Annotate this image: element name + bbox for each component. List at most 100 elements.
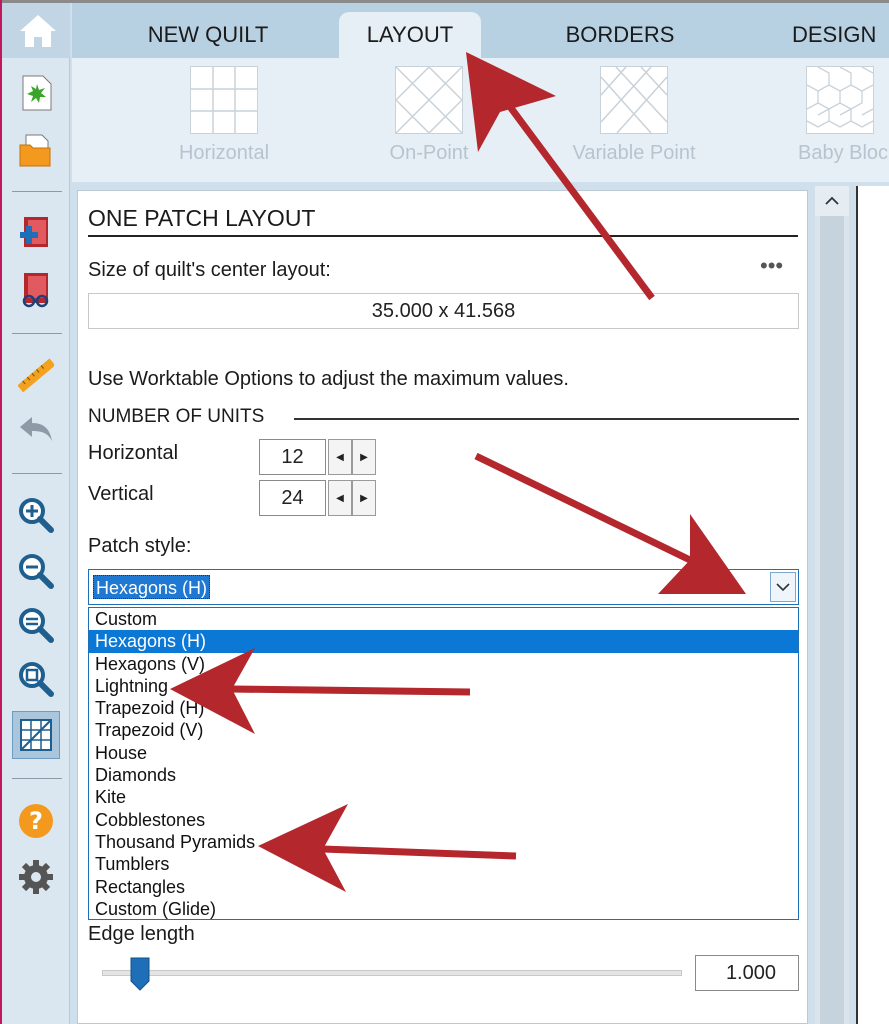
grid-toggle-icon xyxy=(20,719,52,751)
option-trapezoid-h[interactable]: Trapezoid (H) xyxy=(89,697,798,719)
new-quilt-button[interactable] xyxy=(16,73,56,113)
zoom-actual-button[interactable] xyxy=(16,659,56,699)
grid-toggle-button[interactable] xyxy=(12,711,60,759)
option-house[interactable]: House xyxy=(89,742,798,764)
scroll-up-button[interactable] xyxy=(815,186,849,216)
vertical-units-input[interactable]: 24 xyxy=(259,480,326,516)
home-icon xyxy=(20,15,56,47)
ruler-button[interactable] xyxy=(16,355,56,395)
patch-style-label: Patch style: xyxy=(88,535,192,557)
size-label: Size of quilt's center layout: xyxy=(88,259,331,281)
zoom-in-button[interactable] xyxy=(16,495,56,535)
on-point-layout-button[interactable]: On-Point xyxy=(349,66,509,176)
patch-style-dropdown[interactable]: Hexagons (H) xyxy=(88,569,799,605)
add-to-sketchbook-icon xyxy=(20,217,48,247)
ribbon-button-label: Variable Point xyxy=(572,142,696,164)
horizontal-layout-button[interactable]: Horizontal xyxy=(144,66,304,176)
horizontal-decrement-button[interactable]: ◀ xyxy=(328,439,352,475)
zoom-out-icon xyxy=(19,554,54,589)
worktable-canvas[interactable] xyxy=(856,186,889,1024)
new-quilt-icon xyxy=(22,75,52,111)
tab-new-quilt[interactable]: NEW QUILT xyxy=(118,12,298,58)
option-hexagons-h[interactable]: Hexagons (H) xyxy=(89,630,798,653)
panel-scrollbar[interactable] xyxy=(815,186,849,1024)
zoom-fit-button[interactable] xyxy=(16,605,56,645)
layout-ribbon: Horizontal On-Point Variable Point Baby xyxy=(72,58,889,182)
option-cobblestones[interactable]: Cobblestones xyxy=(89,809,798,831)
edge-length-slider-thumb[interactable] xyxy=(130,957,150,991)
arrow-right-icon: ▶ xyxy=(360,451,368,463)
vertical-increment-button[interactable]: ▶ xyxy=(352,480,376,516)
toolbar-separator xyxy=(12,333,62,334)
option-rectangles[interactable]: Rectangles xyxy=(89,876,798,898)
quilt-size-value: 35.000 x 41.568 xyxy=(88,293,799,329)
help-icon: ? xyxy=(19,804,53,838)
edge-length-slider-track[interactable] xyxy=(102,970,682,976)
svg-text:?: ? xyxy=(29,807,43,835)
ribbon-button-label: Baby Blocks xyxy=(798,142,889,164)
zoom-fit-icon xyxy=(19,608,54,643)
arrow-right-icon: ▶ xyxy=(360,492,368,504)
on-point-layout-icon xyxy=(395,66,463,134)
vertical-label: Vertical xyxy=(88,483,154,505)
view-sketchbook-button[interactable] xyxy=(16,269,56,309)
option-hexagons-v[interactable]: Hexagons (V) xyxy=(89,653,798,675)
ribbon-button-label: On-Point xyxy=(389,142,469,164)
open-folder-icon xyxy=(19,134,51,167)
arrow-left-icon: ◀ xyxy=(336,492,344,504)
tab-borders[interactable]: BORDERS xyxy=(532,12,708,58)
main-tab-bar: NEW QUILT LAYOUT BORDERS DESIGN xyxy=(72,3,889,58)
edge-length-input[interactable]: 1.000 xyxy=(695,955,799,991)
option-custom[interactable]: Custom xyxy=(89,608,798,630)
view-sketchbook-icon xyxy=(22,273,49,308)
baby-blocks-layout-icon xyxy=(806,66,874,134)
option-custom-glide[interactable]: Custom (Glide) xyxy=(89,898,798,920)
toolbar-separator xyxy=(12,473,62,474)
option-thousand-pyramids[interactable]: Thousand Pyramids xyxy=(89,831,798,853)
arrow-left-icon: ◀ xyxy=(336,451,344,463)
option-tumblers[interactable]: Tumblers xyxy=(89,853,798,875)
zoom-out-button[interactable] xyxy=(16,551,56,591)
horizontal-layout-icon xyxy=(190,66,258,134)
toolbar-separator xyxy=(12,191,62,192)
help-button[interactable]: ? xyxy=(16,801,56,841)
left-toolbar: ? xyxy=(2,3,70,1024)
option-lightning[interactable]: Lightning xyxy=(89,675,798,697)
settings-button[interactable] xyxy=(16,857,56,897)
gear-icon xyxy=(19,860,53,894)
horizontal-increment-button[interactable]: ▶ xyxy=(352,439,376,475)
section-divider xyxy=(294,418,799,420)
variable-point-layout-button[interactable]: Variable Point xyxy=(554,66,714,176)
scrollbar-thumb[interactable] xyxy=(820,216,844,1024)
home-button[interactable] xyxy=(2,3,70,58)
zoom-actual-icon xyxy=(19,662,54,697)
undo-button[interactable] xyxy=(16,409,56,449)
ribbon-button-label: Horizontal xyxy=(178,142,270,164)
more-options-button[interactable]: ••• xyxy=(760,253,783,279)
baby-blocks-layout-button[interactable]: Baby Blocks xyxy=(760,66,889,176)
tab-layout[interactable]: LAYOUT xyxy=(339,12,481,58)
variable-point-layout-icon xyxy=(600,66,668,134)
undo-icon xyxy=(20,417,52,441)
horizontal-label: Horizontal xyxy=(88,442,179,464)
one-patch-layout-panel: ONE PATCH LAYOUT Size of quilt's center … xyxy=(77,190,808,1024)
edge-length-label: Edge length xyxy=(88,923,195,945)
chevron-up-icon xyxy=(825,196,839,205)
tab-design[interactable]: DESIGN xyxy=(792,12,889,58)
title-divider xyxy=(88,235,798,237)
patch-style-selected-value: Hexagons (H) xyxy=(93,575,211,599)
option-trapezoid-v[interactable]: Trapezoid (V) xyxy=(89,719,798,741)
vertical-decrement-button[interactable]: ◀ xyxy=(328,480,352,516)
units-section-header: NUMBER OF UNITS xyxy=(88,406,265,427)
dropdown-toggle-button[interactable] xyxy=(770,572,796,602)
chevron-down-icon xyxy=(776,583,790,592)
option-diamonds[interactable]: Diamonds xyxy=(89,764,798,786)
worktable-hint: Use Worktable Options to adjust the maxi… xyxy=(88,368,569,390)
ruler-icon xyxy=(18,358,54,393)
horizontal-units-input[interactable]: 12 xyxy=(259,439,326,475)
add-to-sketchbook-button[interactable] xyxy=(16,213,56,253)
option-kite[interactable]: Kite xyxy=(89,786,798,808)
toolbar-separator xyxy=(12,778,62,779)
panel-title: ONE PATCH LAYOUT xyxy=(88,205,316,231)
open-file-button[interactable] xyxy=(16,131,56,171)
